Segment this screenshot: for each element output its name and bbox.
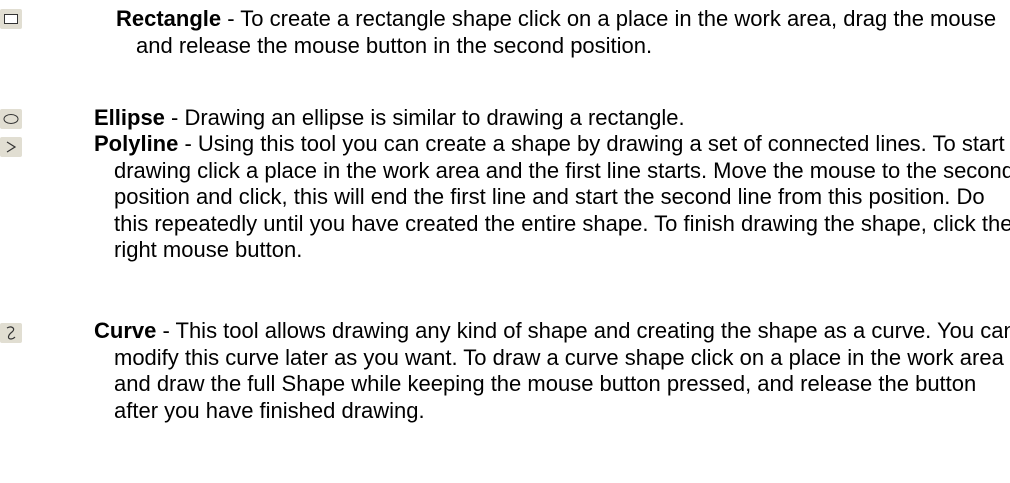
tool-description: Curve - This tool allows drawing any kin…	[94, 318, 1010, 424]
tool-description: Polyline - Using this tool you can creat…	[94, 131, 1010, 264]
tool-name: Curve	[94, 318, 157, 343]
tool-name: Polyline	[94, 131, 179, 156]
tool-text: - Using this tool you can create a shape…	[114, 131, 1010, 262]
tool-text: - To create a rectangle shape click on a…	[136, 6, 997, 58]
tool-description: Rectangle - To create a rectangle shape …	[116, 6, 1010, 59]
tool-text: - This tool allows drawing any kind of s…	[114, 318, 1010, 423]
rectangle-icon	[0, 9, 22, 29]
tool-text: - Drawing an ellipse is similar to drawi…	[164, 105, 685, 130]
tool-name: Ellipse	[94, 105, 165, 130]
tool-name: Rectangle	[116, 6, 222, 31]
polyline-icon	[0, 137, 22, 157]
tool-description: Ellipse - Drawing an ellipse is similar …	[94, 105, 1010, 132]
curve-icon	[0, 323, 22, 343]
ellipse-icon	[0, 109, 22, 129]
